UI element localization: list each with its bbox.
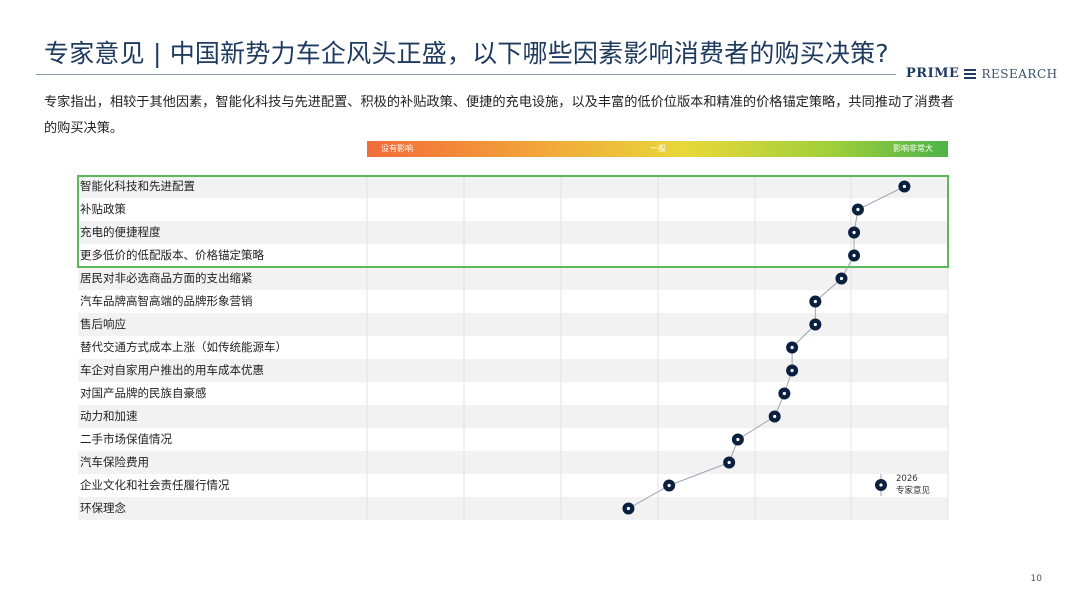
data-point-center — [790, 368, 794, 373]
data-point-center — [736, 437, 740, 442]
factor-label: 售后响应 — [80, 317, 126, 331]
factor-label: 汽车保险费用 — [80, 455, 149, 469]
factor-label: 充电的便捷程度 — [80, 225, 161, 239]
legend-marker-center — [879, 483, 883, 487]
data-point-center — [813, 299, 817, 304]
factor-label: 环保理念 — [80, 501, 126, 515]
factor-label: 居民对非必选商品方面的支出缩紧 — [80, 271, 253, 285]
row-band — [78, 497, 948, 520]
factor-label: 二手市场保值情况 — [80, 432, 172, 446]
factor-label: 更多低价的低配版本、价格锚定策略 — [80, 248, 264, 262]
factor-label: 车企对自家用户推出的用车成本优惠 — [80, 363, 264, 377]
data-point-center — [902, 184, 907, 189]
factor-label: 汽车品牌高智高端的品牌形象营销 — [80, 294, 253, 308]
data-point-center — [839, 276, 844, 281]
factor-label: 智能化科技和先进配置 — [80, 179, 195, 193]
data-point-center — [790, 345, 794, 350]
legend-series-name: 专家意见 — [896, 485, 931, 496]
factor-label: 企业文化和社会责任履行情况 — [80, 478, 230, 492]
factor-label: 替代交通方式成本上涨（如传统能源车） — [80, 340, 287, 354]
data-point-center — [626, 506, 631, 511]
row-band — [78, 405, 948, 428]
data-point-center — [852, 230, 856, 235]
legend-year: 2026 — [896, 474, 918, 484]
data-point-center — [813, 322, 817, 327]
factor-label: 动力和加速 — [80, 409, 138, 423]
factor-label: 对国产品牌的民族自豪感 — [80, 386, 207, 400]
factor-label: 补贴政策 — [80, 202, 126, 216]
data-point-center — [852, 253, 856, 258]
data-point-center — [856, 207, 860, 212]
data-point-center — [773, 414, 777, 419]
row-band — [78, 221, 948, 244]
row-band — [78, 451, 948, 474]
data-point-center — [782, 391, 786, 396]
data-point-center — [727, 460, 731, 465]
data-point-center — [667, 483, 671, 488]
page-number: 10 — [1030, 574, 1042, 584]
row-band — [78, 175, 948, 198]
